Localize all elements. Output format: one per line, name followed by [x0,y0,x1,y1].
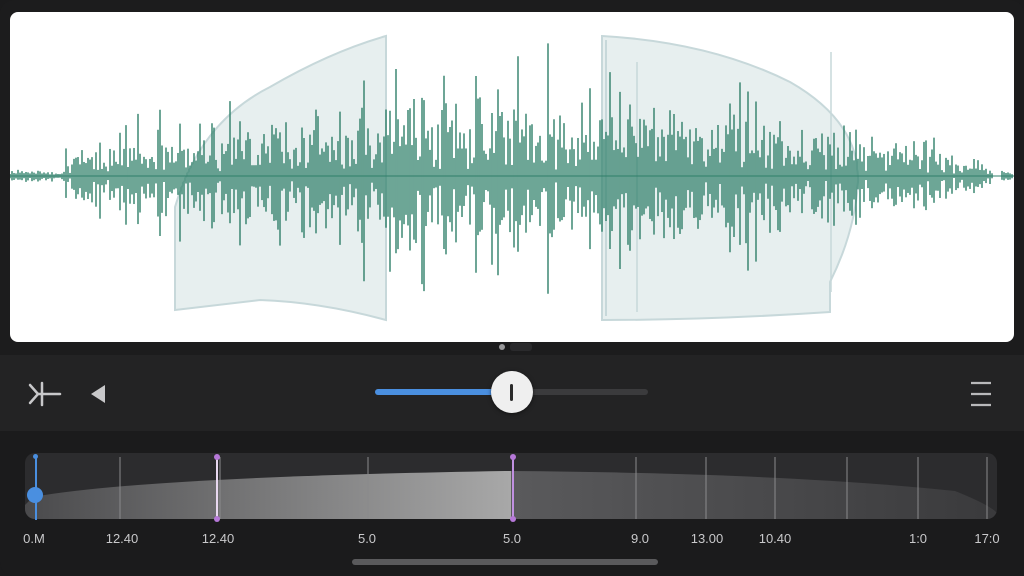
timeline-label: 5.0 [502,531,522,546]
playhead-top-dot [33,454,38,459]
marker-1[interactable] [214,454,220,522]
menu-icon[interactable] [964,377,998,411]
panel-handle-icon[interactable] [497,341,537,353]
timeline-label: 1:0 [908,531,928,546]
waveform-view[interactable] [10,12,1014,342]
marker-2[interactable] [510,454,516,522]
timeline-label: 10.40 [758,531,792,546]
timeline-label: 13.00 [690,531,724,546]
home-indicator[interactable] [352,559,658,565]
waveform-bars [10,43,1014,294]
play-reverse-icon[interactable] [84,377,112,411]
timeline-label: 9.0 [630,531,650,546]
timeline-envelope [25,457,997,519]
timeline-scrubber[interactable] [25,453,997,519]
timeline-label: 0.M [23,531,45,546]
playhead-handle[interactable] [27,487,43,503]
timeline-label: 12.40 [105,531,139,546]
thumb-grip-icon [510,383,513,401]
split-trim-icon[interactable] [24,377,64,411]
slider-thumb[interactable] [490,371,533,413]
playback-position-slider[interactable] [375,371,648,413]
timeline-label: 5.0 [357,531,377,546]
waveform-graphic [10,34,1014,322]
timeline-label: 17:0 [974,531,1000,546]
app-frame: 0.M 12.40 12.40 5.0 5.0 9.0 13.00 10.40 … [0,0,1024,576]
timeline-label: 12.40 [201,531,235,546]
